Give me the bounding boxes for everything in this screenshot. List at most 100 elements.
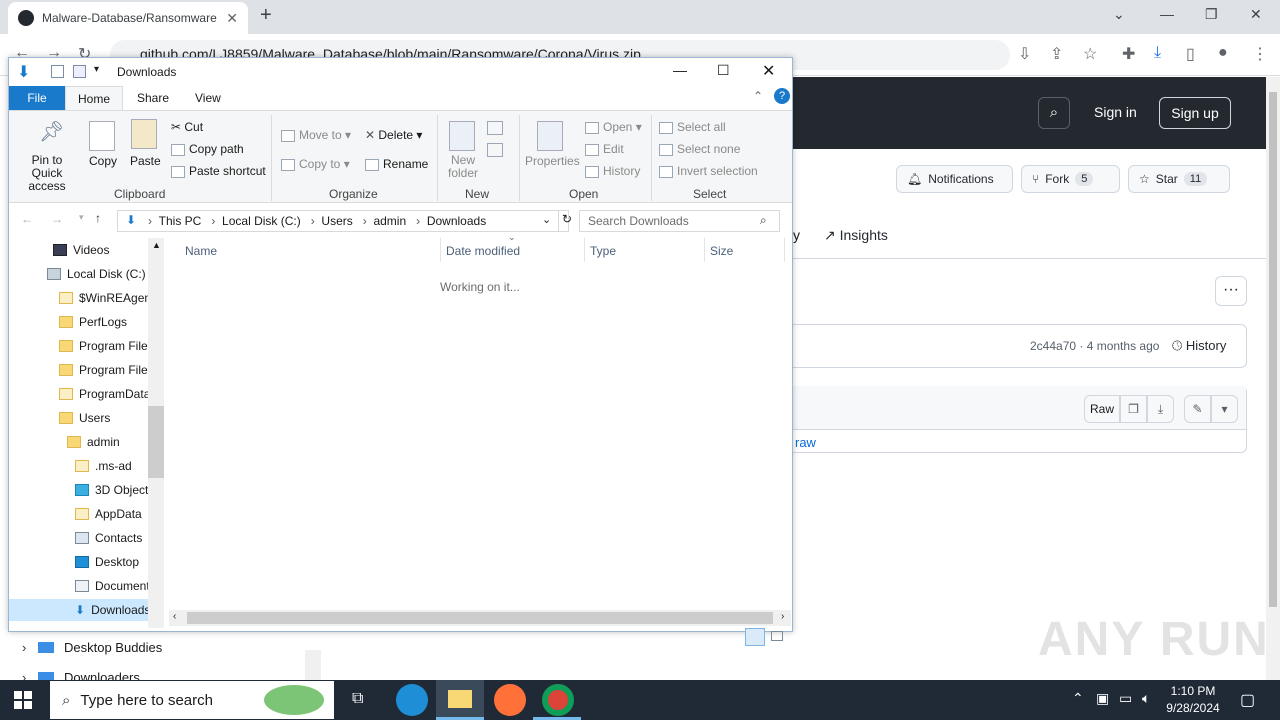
cut-button[interactable]: ✂ Cut [171, 120, 203, 134]
firefox-icon[interactable] [494, 684, 526, 716]
sign-in-link[interactable]: Sign in [1094, 104, 1137, 120]
nav-item-program-files-x86[interactable]: Program Files [59, 359, 154, 381]
tab-home[interactable]: Home [65, 86, 123, 111]
delete-button[interactable]: ✕ Delete ▾ [365, 128, 422, 142]
select-none-button[interactable]: Select none [659, 142, 740, 156]
tab-share[interactable]: Share [137, 91, 169, 105]
pin-quick-access-button[interactable]: Pin to Quick access [15, 154, 79, 193]
close-window-button[interactable]: ✕ [1250, 6, 1262, 23]
nav-item-users[interactable]: Users [59, 407, 110, 429]
system-clock[interactable]: 1:10 PM 9/28/2024 [1160, 683, 1226, 717]
tab-file[interactable]: File [9, 86, 65, 110]
column-type[interactable]: Type [590, 244, 616, 258]
star-button[interactable]: ☆ Star 11 [1128, 165, 1230, 193]
copy-to-button[interactable]: Copy to ▾ [281, 157, 350, 171]
horizontal-scrollbar[interactable]: ‹ › [169, 610, 791, 626]
column-separator[interactable] [704, 238, 705, 262]
tab-view[interactable]: View [195, 91, 221, 105]
nav-item-downloads[interactable]: ⬇ Downloads [75, 599, 150, 621]
easy-access-icon[interactable] [487, 143, 503, 157]
history-link[interactable]: 🕓︎ History [1172, 338, 1226, 354]
breadcrumb-item[interactable]: Downloads [427, 214, 486, 228]
column-separator[interactable] [584, 238, 585, 262]
properties-button[interactable]: Properties [525, 154, 580, 168]
close-button[interactable]: ✕ [762, 61, 775, 81]
help-icon[interactable]: ? [774, 88, 790, 104]
forward-icon[interactable]: → [51, 212, 63, 226]
edge-icon[interactable] [396, 684, 428, 716]
scrollbar-thumb[interactable] [148, 406, 164, 478]
minimize-button[interactable]: — [1160, 6, 1174, 22]
nav-item-perflogs[interactable]: PerfLogs [59, 311, 127, 333]
paste-shortcut-button[interactable]: Paste shortcut [171, 164, 266, 178]
copy-path-button[interactable]: Copy path [171, 142, 244, 156]
large-icons-view-icon[interactable] [771, 631, 783, 641]
notifications-button[interactable]: 🔔︎ Notifications [896, 165, 1013, 193]
search-icon[interactable]: ⌕ [1038, 97, 1070, 129]
column-separator[interactable] [784, 238, 785, 262]
scroll-left-icon[interactable]: ‹ [173, 611, 176, 622]
insights-tab[interactable]: ↗ Insights [824, 227, 888, 244]
browser-tab[interactable]: Malware-Database/Ransomware ✕ [8, 2, 248, 34]
nav-item-winreagent[interactable]: $WinREAgent [59, 287, 154, 309]
maximize-button[interactable]: ☐ [717, 62, 730, 79]
commit-info[interactable]: 2c44a70 · 4 months ago [1030, 339, 1159, 353]
nav-item-program-files[interactable]: Program Files [59, 335, 154, 357]
notification-center-icon[interactable]: ▢ [1240, 690, 1255, 710]
dropdown-icon[interactable]: ▾ [1211, 395, 1238, 423]
move-to-button[interactable]: Move to ▾ [281, 128, 351, 142]
rename-button[interactable]: Rename [365, 157, 428, 171]
new-folder-button[interactable]: New folder [445, 154, 481, 180]
file-explorer-icon[interactable] [448, 690, 472, 708]
nav-item-videos[interactable]: Videos [53, 239, 109, 261]
nav-item-appdata[interactable]: AppData [75, 503, 142, 525]
nav-scrollbar[interactable]: ▲ [148, 238, 164, 628]
new-folder-qa-icon[interactable] [73, 65, 86, 78]
edit-button[interactable]: Edit [585, 142, 624, 156]
column-size[interactable]: Size [710, 244, 733, 258]
bookmark-star-icon[interactable]: ☆ [1083, 44, 1097, 64]
open-button[interactable]: Open ▾ [585, 120, 642, 134]
breadcrumb[interactable]: ⬇ › This PC › Local Disk (C:) › Users › … [117, 210, 572, 232]
edit-icon[interactable]: ✎ [1184, 395, 1211, 423]
side-panel-icon[interactable]: ▯ [1186, 44, 1195, 64]
scroll-right-icon[interactable]: › [781, 611, 784, 622]
sign-up-button[interactable]: Sign up [1159, 97, 1231, 129]
nav-item-programdata[interactable]: ProgramData [59, 383, 150, 405]
column-date-modified[interactable]: Date modified [446, 244, 520, 258]
select-all-button[interactable]: Select all [659, 120, 726, 134]
column-separator[interactable] [440, 238, 441, 262]
refresh-icon[interactable]: ↻ [562, 212, 572, 226]
restore-button[interactable]: ❐ [1205, 6, 1218, 23]
show-hidden-icons[interactable]: ⌃ [1072, 690, 1084, 707]
breadcrumb-item[interactable]: Users [321, 214, 352, 228]
scrollbar-thumb[interactable] [1269, 92, 1277, 607]
details-view-icon[interactable] [745, 628, 765, 646]
nav-item-desktop[interactable]: Desktop [75, 551, 139, 573]
view-raw-link[interactable]: raw [795, 435, 816, 450]
search-input[interactable]: Search Downloads ⌕ [579, 210, 780, 232]
profile-icon[interactable]: ● [1218, 44, 1228, 62]
back-icon[interactable]: ← [21, 212, 33, 226]
new-tab-button[interactable]: + [260, 4, 272, 27]
nav-item-ms-ad[interactable]: .ms-ad [75, 455, 132, 477]
new-item-icon[interactable] [487, 121, 503, 135]
column-name[interactable]: Name [185, 244, 217, 258]
menu-icon[interactable]: ⋮ [1252, 44, 1268, 64]
nav-item-3d-objects[interactable]: 3D Objects [75, 479, 154, 501]
up-icon[interactable]: ↑ [95, 211, 101, 225]
paste-button[interactable]: Paste [130, 154, 161, 168]
copy-button[interactable]: Copy [89, 154, 117, 168]
raw-button[interactable]: Raw [1084, 395, 1120, 423]
history-button[interactable]: History [585, 164, 640, 178]
volume-icon[interactable]: 🔈︎ [1142, 690, 1150, 707]
nav-item-documents[interactable]: Documents [75, 575, 156, 597]
nav-item-local-disk[interactable]: Local Disk (C:) [47, 263, 146, 285]
page-scrollbar[interactable] [1266, 77, 1280, 680]
close-tab-icon[interactable]: ✕ [226, 10, 238, 27]
tab-search-icon[interactable]: ⌄ [1113, 6, 1125, 23]
downloads-icon[interactable]: ⤓ [1154, 44, 1161, 62]
breadcrumb-item[interactable]: This PC [159, 214, 202, 228]
minimize-button[interactable]: — [673, 62, 687, 78]
qa-dropdown-icon[interactable]: ▾ [94, 64, 99, 75]
